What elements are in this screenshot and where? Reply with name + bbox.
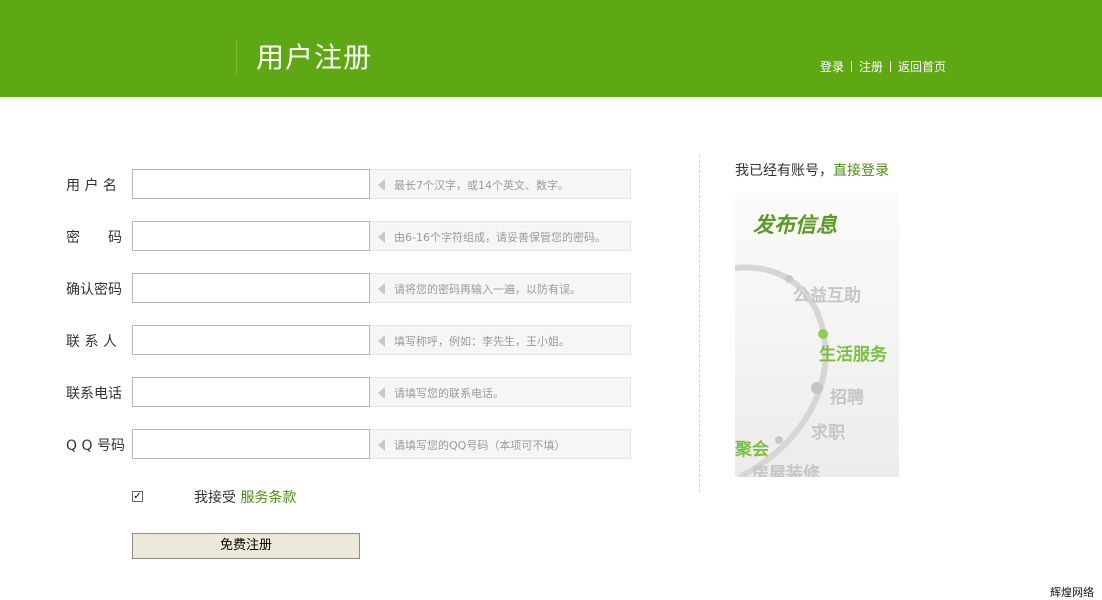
hint-text: 由6-16个字符组成，请妥善保管您的密码。 [394, 231, 606, 244]
confirm-password-label: 确认密码 [66, 282, 122, 298]
publish-info-banner[interactable]: 发布信息 公益互助 生活服务 招聘 求职 聚会 房屋装修 [735, 193, 899, 477]
hint-arrow-icon [378, 387, 385, 399]
terms-link[interactable]: 服务条款 [240, 490, 296, 506]
nav-register-link[interactable]: 注册 [859, 58, 883, 75]
hint-arrow-icon [378, 439, 385, 451]
hint-text: 请填写您的QQ号码（本项可不填） [394, 439, 566, 452]
banner-item: 生活服务 [819, 345, 887, 365]
hint-text: 最长7个汉字，或14个英文、数字。 [394, 179, 569, 192]
nav-home-link[interactable]: 返回首页 [898, 58, 946, 75]
phone-hint: 请填写您的联系电话。 [370, 377, 631, 407]
existing-account-text: 我已经有账号，直接登录 [735, 160, 889, 180]
hint-arrow-icon [378, 179, 385, 191]
hint-arrow-icon [378, 283, 385, 295]
confirm-password-hint: 请将您的密码再输入一遍，以防有误。 [370, 273, 631, 303]
qq-input[interactable] [132, 429, 370, 459]
nav-separator [851, 61, 853, 72]
terms-checkbox[interactable]: ✓ [132, 491, 143, 502]
banner-item: 招聘 [830, 388, 864, 408]
banner-item: 求职 [811, 423, 845, 443]
direct-login-link[interactable]: 直接登录 [833, 163, 889, 179]
qq-hint: 请填写您的QQ号码（本项可不填） [370, 429, 631, 459]
header-bar: 用户注册 登录 注册 返回首页 [0, 0, 1102, 97]
banner-item: 房屋装修 [752, 464, 820, 477]
contact-label: 联 系 人 [66, 334, 117, 350]
hint-text: 请将您的密码再输入一遍，以防有误。 [394, 283, 581, 296]
phone-input[interactable] [132, 377, 370, 407]
banner-item: 聚会 [735, 440, 769, 460]
banner-title: 发布信息 [753, 213, 837, 237]
hint-text: 填写称呼，例如：李先生，王小姐。 [394, 335, 570, 348]
phone-label: 联系电话 [66, 386, 122, 402]
password-label: 密 码 [66, 230, 122, 246]
username-input[interactable] [132, 169, 370, 199]
password-input[interactable] [132, 221, 370, 251]
password-hint: 由6-16个字符组成，请妥善保管您的密码。 [370, 221, 631, 251]
hint-arrow-icon [378, 231, 385, 243]
hint-arrow-icon [378, 335, 385, 347]
nav-login-link[interactable]: 登录 [820, 58, 844, 75]
existing-account-prefix: 我已经有账号， [735, 163, 833, 179]
terms-text: 我接受 服务条款 [194, 487, 296, 507]
vertical-divider [699, 155, 700, 492]
page-title: 用户注册 [256, 41, 373, 74]
nav-separator [890, 61, 892, 72]
banner-item: 公益互助 [793, 286, 861, 306]
watermark: 辉煌网络 [1050, 586, 1094, 599]
contact-input[interactable] [132, 325, 370, 355]
terms-prefix: 我接受 [194, 490, 241, 506]
header-nav: 登录 注册 返回首页 [820, 58, 946, 75]
register-button[interactable]: 免费注册 [132, 533, 360, 559]
header-divider [236, 40, 237, 74]
confirm-password-input[interactable] [132, 273, 370, 303]
hint-text: 请填写您的联系电话。 [394, 387, 504, 400]
qq-label: Q Q 号码 [66, 438, 125, 454]
contact-hint: 填写称呼，例如：李先生，王小姐。 [370, 325, 631, 355]
username-hint: 最长7个汉字，或14个英文、数字。 [370, 169, 631, 199]
username-label: 用 户 名 [66, 178, 117, 194]
